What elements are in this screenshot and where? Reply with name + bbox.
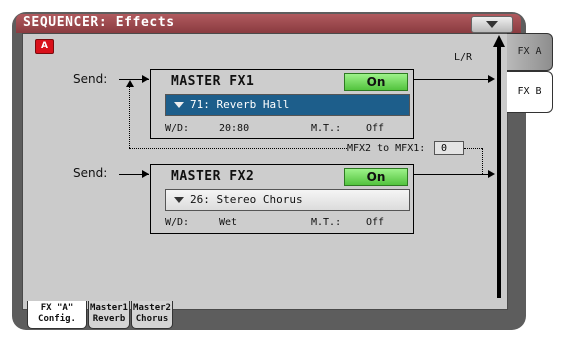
fx1-mt-value[interactable]: Off [366,123,384,134]
fx1-wd-value[interactable]: 20:80 [219,123,249,134]
master-fx1-name: MASTER FX1 [171,74,255,89]
page-menu-button[interactable] [471,16,513,33]
return-arrow-icon [126,80,134,87]
fx2-preset-selector[interactable]: 26: Stereo Chorus [165,189,410,211]
title-bar: SEQUENCER: Effects [16,14,521,33]
fx2-mt-value[interactable]: Off [366,217,384,228]
return-path-tap [464,148,482,149]
return-path-horizontal [129,148,347,149]
fx1-output-arrow-icon [488,75,495,83]
return-path-vertical [129,84,130,148]
master-fx1-on-button[interactable]: On [344,73,408,91]
send-label-fx2: Send: [73,166,108,180]
fx1-preset-name: 71: Reverb Hall [190,98,290,111]
chevron-down-icon [486,21,498,28]
mfx2-to-mfx1-label: MFX2 to MFX1: [347,143,426,154]
tab-label-line1: Master1 [90,303,128,313]
master-fx2-on-button[interactable]: On [344,168,408,186]
tab-label-line2: Config. [38,314,76,324]
fx2-mt-label: M.T.: [311,217,342,228]
page-title: SEQUENCER: Effects [23,15,175,30]
tab-label-line2: Chorus [135,314,169,324]
send-arrow-fx2-icon [142,170,149,178]
fx2-preset-name: 26: Stereo Chorus [190,193,303,206]
fx1-output-line [413,79,493,80]
output-bus [497,46,501,298]
fx2-wd-value[interactable]: Wet [219,217,237,228]
fx1-wd-label: W/D: [165,123,190,134]
tab-fx-a-config[interactable]: FX "A" Config. [27,301,87,329]
tab-fx-a[interactable]: FX A [507,33,553,71]
tab-master2-chorus[interactable]: Master2 Chorus [131,301,173,329]
tab-fx-b[interactable]: FX B [507,71,553,113]
tab-label-line1: Master2 [133,303,171,313]
send-arrow-fx1-icon [142,75,149,83]
master-fx2-name: MASTER FX2 [171,169,255,184]
tab-label-line1: FX "A" [40,303,74,313]
lr-output-label: L/R [454,52,473,63]
send-label-fx1: Send: [73,72,108,86]
chevron-down-icon [174,197,184,203]
return-path-drop [482,148,483,174]
chevron-down-icon [174,102,184,108]
mfx2-to-mfx1-field[interactable]: 0 [434,141,464,155]
tab-master1-reverb[interactable]: Master1 Reverb [88,301,130,329]
fx2-output-line [413,174,493,175]
fx2-wd-label: W/D: [165,217,190,228]
tab-label-line2: Reverb [92,314,126,324]
fx1-preset-selector[interactable]: 71: Reverb Hall [165,94,410,116]
fx1-mt-label: M.T.: [311,123,342,134]
fx2-output-arrow-icon [488,170,495,178]
panel-a-badge: A [35,39,54,54]
